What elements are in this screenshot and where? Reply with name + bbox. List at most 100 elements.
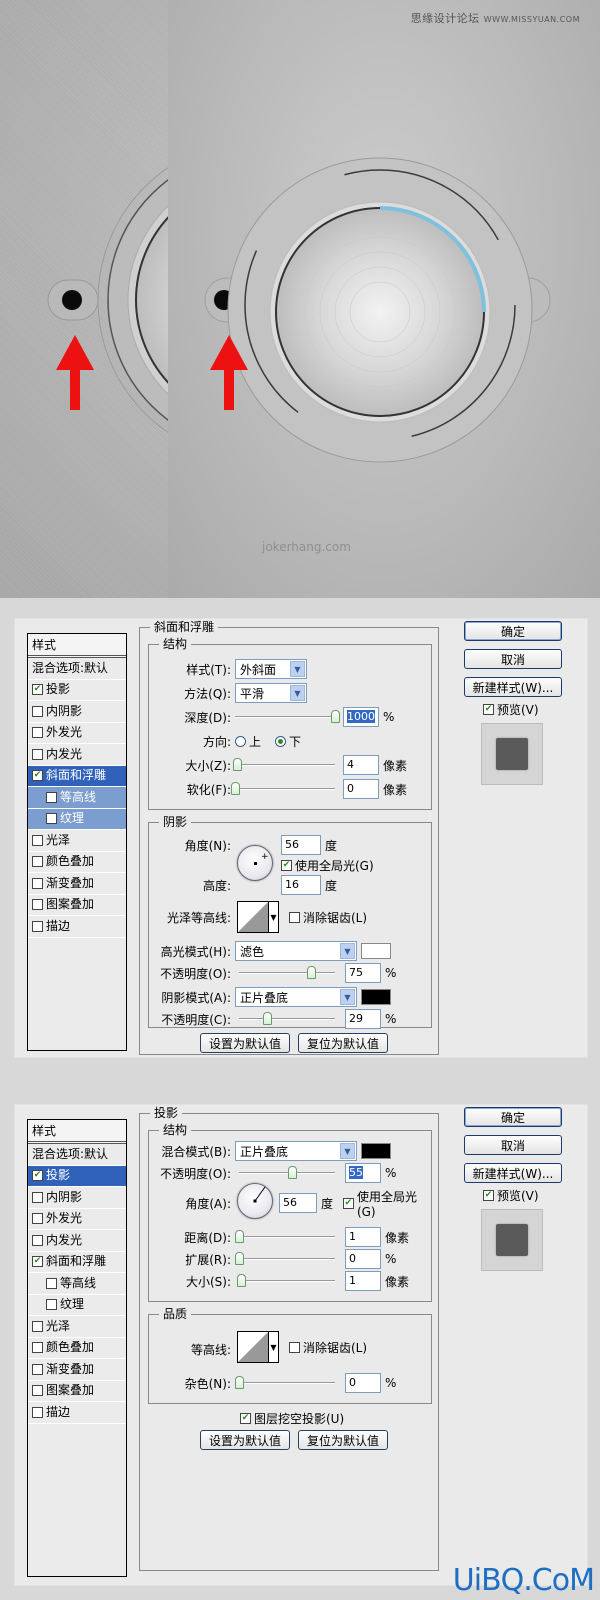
depth-input[interactable]: 1000 — [343, 707, 379, 727]
distance-slider[interactable] — [235, 1227, 335, 1247]
style-checkbox[interactable]: ✔ — [32, 684, 43, 696]
style-list-item[interactable]: 纹理 — [28, 1295, 126, 1316]
noise-slider[interactable] — [235, 1373, 335, 1393]
style-list-item[interactable]: 光泽 — [28, 1316, 126, 1338]
shadow-color-swatch[interactable] — [361, 1143, 391, 1159]
soften-input[interactable]: 0 — [343, 779, 379, 799]
blend-options-item[interactable]: 混合选项:默认 — [28, 1144, 126, 1166]
ok-button[interactable]: 确定 — [464, 1107, 562, 1127]
global-light-checkbox[interactable]: ✔ — [342, 1197, 354, 1209]
slider-thumb[interactable] — [307, 966, 316, 979]
slider-thumb[interactable] — [287, 1166, 297, 1179]
style-list-item[interactable]: 内发光 — [28, 744, 126, 766]
style-list-item[interactable]: 图案叠加 — [28, 1381, 126, 1402]
angle-input[interactable]: 56 — [281, 835, 321, 855]
spread-input[interactable]: 0 — [345, 1249, 381, 1269]
direction-up-radio[interactable] — [235, 735, 246, 747]
highlight-opacity-slider[interactable] — [239, 963, 335, 983]
soften-slider[interactable] — [231, 779, 335, 799]
style-checkbox[interactable] — [32, 727, 43, 739]
shadow-opacity-slider[interactable] — [239, 1009, 335, 1029]
style-checkbox[interactable] — [32, 920, 43, 932]
slider-thumb[interactable] — [235, 1376, 244, 1389]
angle-dial[interactable]: + — [237, 845, 273, 881]
spread-slider[interactable] — [235, 1249, 335, 1269]
style-checkbox[interactable] — [32, 705, 43, 717]
style-list-item[interactable]: 纹理 — [28, 808, 126, 830]
style-list-item[interactable]: 外发光 — [28, 723, 126, 744]
style-list-item[interactable]: 光泽 — [28, 830, 126, 852]
style-list-item[interactable]: 渐变叠加 — [28, 873, 126, 895]
style-list-item[interactable]: 等高线 — [28, 787, 126, 809]
style-list-item[interactable]: 外发光 — [28, 1209, 126, 1230]
ok-button[interactable]: 确定 — [464, 621, 562, 641]
size-input[interactable]: 4 — [343, 755, 379, 775]
gloss-contour-picker[interactable]: ▼ — [237, 901, 279, 933]
style-checkbox[interactable] — [32, 1191, 43, 1203]
distance-input[interactable]: 1 — [345, 1227, 381, 1247]
shadow-mode-select[interactable]: 正片叠底 ▼ — [235, 987, 357, 1007]
style-list-item[interactable]: 图案叠加 — [28, 895, 126, 916]
style-checkbox[interactable] — [32, 1342, 43, 1354]
size-slider[interactable] — [236, 1271, 335, 1291]
opacity-input[interactable]: 55 — [345, 1163, 381, 1183]
anti-alias-checkbox[interactable] — [289, 911, 300, 923]
style-checkbox[interactable] — [32, 899, 43, 911]
style-list-item[interactable]: ✔ 投影 — [28, 1165, 126, 1187]
style-checkbox[interactable] — [46, 813, 57, 825]
contour-picker[interactable]: ▼ — [237, 1331, 279, 1363]
style-list-item[interactable]: 渐变叠加 — [28, 1359, 126, 1381]
new-style-button[interactable]: 新建样式(W)... — [464, 1163, 562, 1183]
style-checkbox[interactable] — [32, 748, 43, 760]
style-checkbox[interactable] — [32, 1320, 43, 1332]
blend-options-item[interactable]: 混合选项:默认 — [28, 658, 126, 680]
style-checkbox[interactable] — [32, 1363, 43, 1375]
cancel-button[interactable]: 取消 — [464, 649, 562, 669]
style-checkbox[interactable] — [46, 1277, 57, 1289]
slider-thumb[interactable] — [236, 1274, 246, 1287]
slider-thumb[interactable] — [235, 1252, 244, 1265]
style-list-item[interactable]: 颜色叠加 — [28, 1338, 126, 1359]
style-list-item[interactable]: 内阴影 — [28, 701, 126, 723]
preview-checkbox[interactable]: ✔ — [483, 703, 494, 715]
highlight-color-swatch[interactable] — [361, 943, 391, 959]
opacity-slider[interactable] — [239, 1163, 335, 1183]
altitude-input[interactable]: 16 — [281, 875, 321, 895]
style-list-item[interactable]: 等高线 — [28, 1273, 126, 1295]
noise-input[interactable]: 0 — [345, 1373, 381, 1393]
style-checkbox[interactable] — [32, 1234, 43, 1246]
size-input[interactable]: 1 — [345, 1271, 381, 1291]
style-checkbox[interactable] — [46, 791, 57, 803]
direction-down-radio[interactable] — [275, 735, 287, 747]
slider-thumb[interactable] — [231, 782, 240, 795]
angle-input[interactable]: 56 — [279, 1193, 317, 1213]
style-checkbox[interactable] — [32, 834, 43, 846]
style-list-item[interactable]: 描边 — [28, 916, 126, 938]
make-default-button[interactable]: 设置为默认值 — [200, 1430, 290, 1450]
shadow-opacity-input[interactable]: 29 — [345, 1009, 381, 1029]
blend-mode-select[interactable]: 正片叠底 ▼ — [235, 1141, 357, 1161]
slider-thumb[interactable] — [233, 758, 242, 771]
reset-default-button[interactable]: 复位为默认值 — [298, 1430, 388, 1450]
angle-dial[interactable] — [237, 1183, 273, 1219]
highlight-mode-select[interactable]: 滤色 ▼ — [235, 941, 357, 961]
style-checkbox[interactable] — [46, 1299, 57, 1311]
style-checkbox[interactable]: ✔ — [32, 1256, 43, 1268]
depth-slider[interactable] — [235, 707, 340, 727]
reset-default-button[interactable]: 复位为默认值 — [298, 1033, 388, 1053]
anti-alias-checkbox[interactable] — [289, 1341, 300, 1353]
size-slider[interactable] — [233, 755, 335, 775]
global-light-checkbox[interactable]: ✔ — [281, 859, 292, 871]
style-list-item[interactable]: 内发光 — [28, 1230, 126, 1252]
style-list-item[interactable]: ✔ 斜面和浮雕 — [28, 1252, 126, 1273]
preview-checkbox[interactable]: ✔ — [483, 1189, 494, 1201]
style-checkbox[interactable] — [32, 877, 43, 889]
slider-thumb[interactable] — [235, 1230, 244, 1243]
style-list-item[interactable]: 内阴影 — [28, 1187, 126, 1209]
style-checkbox[interactable] — [32, 1385, 43, 1397]
slider-thumb[interactable] — [262, 1012, 272, 1025]
highlight-opacity-input[interactable]: 75 — [345, 963, 381, 983]
cancel-button[interactable]: 取消 — [464, 1135, 562, 1155]
knockout-checkbox[interactable]: ✔ — [240, 1412, 251, 1424]
style-checkbox[interactable] — [32, 1213, 43, 1225]
